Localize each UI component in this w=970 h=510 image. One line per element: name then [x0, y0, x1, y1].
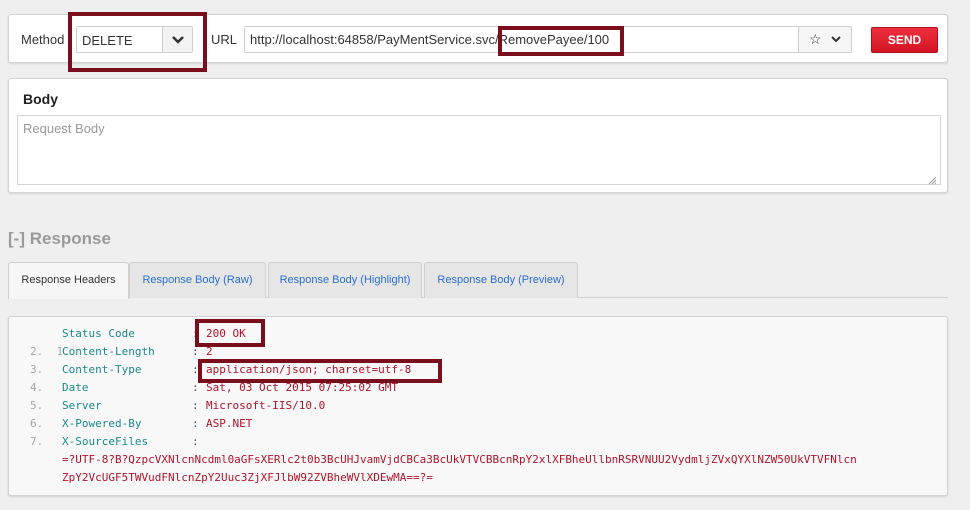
send-button[interactable]: SEND	[871, 27, 938, 53]
star-icon[interactable]: ☆	[809, 31, 822, 47]
header-name: Content-Type	[62, 363, 142, 376]
header-value: Microsoft-IIS/10.0	[206, 399, 326, 412]
tab-response-body-raw[interactable]: Response Body (Raw)	[129, 262, 266, 298]
response-tabs: Response Headers Response Body (Raw) Res…	[8, 262, 948, 299]
source-files-value: =?UTF-8?B?QzpcVXNlcnNcdml0aGFsXERlc2t0b3…	[62, 453, 857, 466]
request-body-input[interactable]	[17, 115, 941, 185]
header-name: Server	[62, 399, 102, 412]
tab-response-body-highlight[interactable]: Response Body (Highlight)	[268, 262, 422, 298]
source-files-value: ZpY2VcUGF5TWVudFNlcnZpY2Uuc3ZjXFJlbW92ZV…	[62, 471, 433, 484]
body-panel: Body	[8, 78, 948, 193]
highlight-box	[198, 359, 442, 383]
highlight-box	[68, 12, 207, 72]
response-title: Response	[29, 229, 111, 248]
header-name: Status Code	[62, 327, 135, 340]
header-separator: :	[192, 435, 199, 448]
highlight-box	[498, 26, 624, 56]
header-separator: :	[192, 399, 199, 412]
line-number: 6.	[30, 417, 44, 430]
tab-response-headers[interactable]: Response Headers	[8, 262, 129, 299]
header-value: ASP.NET	[206, 417, 253, 430]
response-toggle[interactable]: [-]	[8, 229, 25, 248]
body-title: Body	[23, 91, 58, 107]
line-number: 3.	[30, 363, 44, 376]
highlight-box	[195, 319, 265, 347]
chevron-down-icon[interactable]	[829, 32, 843, 49]
line-number: 2.	[30, 345, 44, 358]
header-name: Date	[62, 381, 89, 394]
url-tools: ☆	[798, 26, 852, 53]
line-number: 4.	[30, 381, 44, 394]
line-number: 7.	[30, 435, 44, 448]
url-label: URL	[211, 32, 238, 47]
resize-grip-icon[interactable]	[928, 173, 937, 185]
header-name: Content-Length	[62, 345, 155, 358]
method-label: Method	[21, 32, 65, 47]
response-headers-panel: 1. Status Code : 200 OK 2. Content-Lengt…	[8, 316, 948, 496]
tab-response-body-preview[interactable]: Response Body (Preview)	[424, 262, 578, 298]
line-number: 5.	[30, 399, 44, 412]
header-name: X-Powered-By	[62, 417, 142, 430]
header-separator: :	[192, 417, 199, 430]
response-heading: [-] Response	[8, 229, 111, 249]
header-name: X-SourceFiles	[62, 435, 149, 448]
